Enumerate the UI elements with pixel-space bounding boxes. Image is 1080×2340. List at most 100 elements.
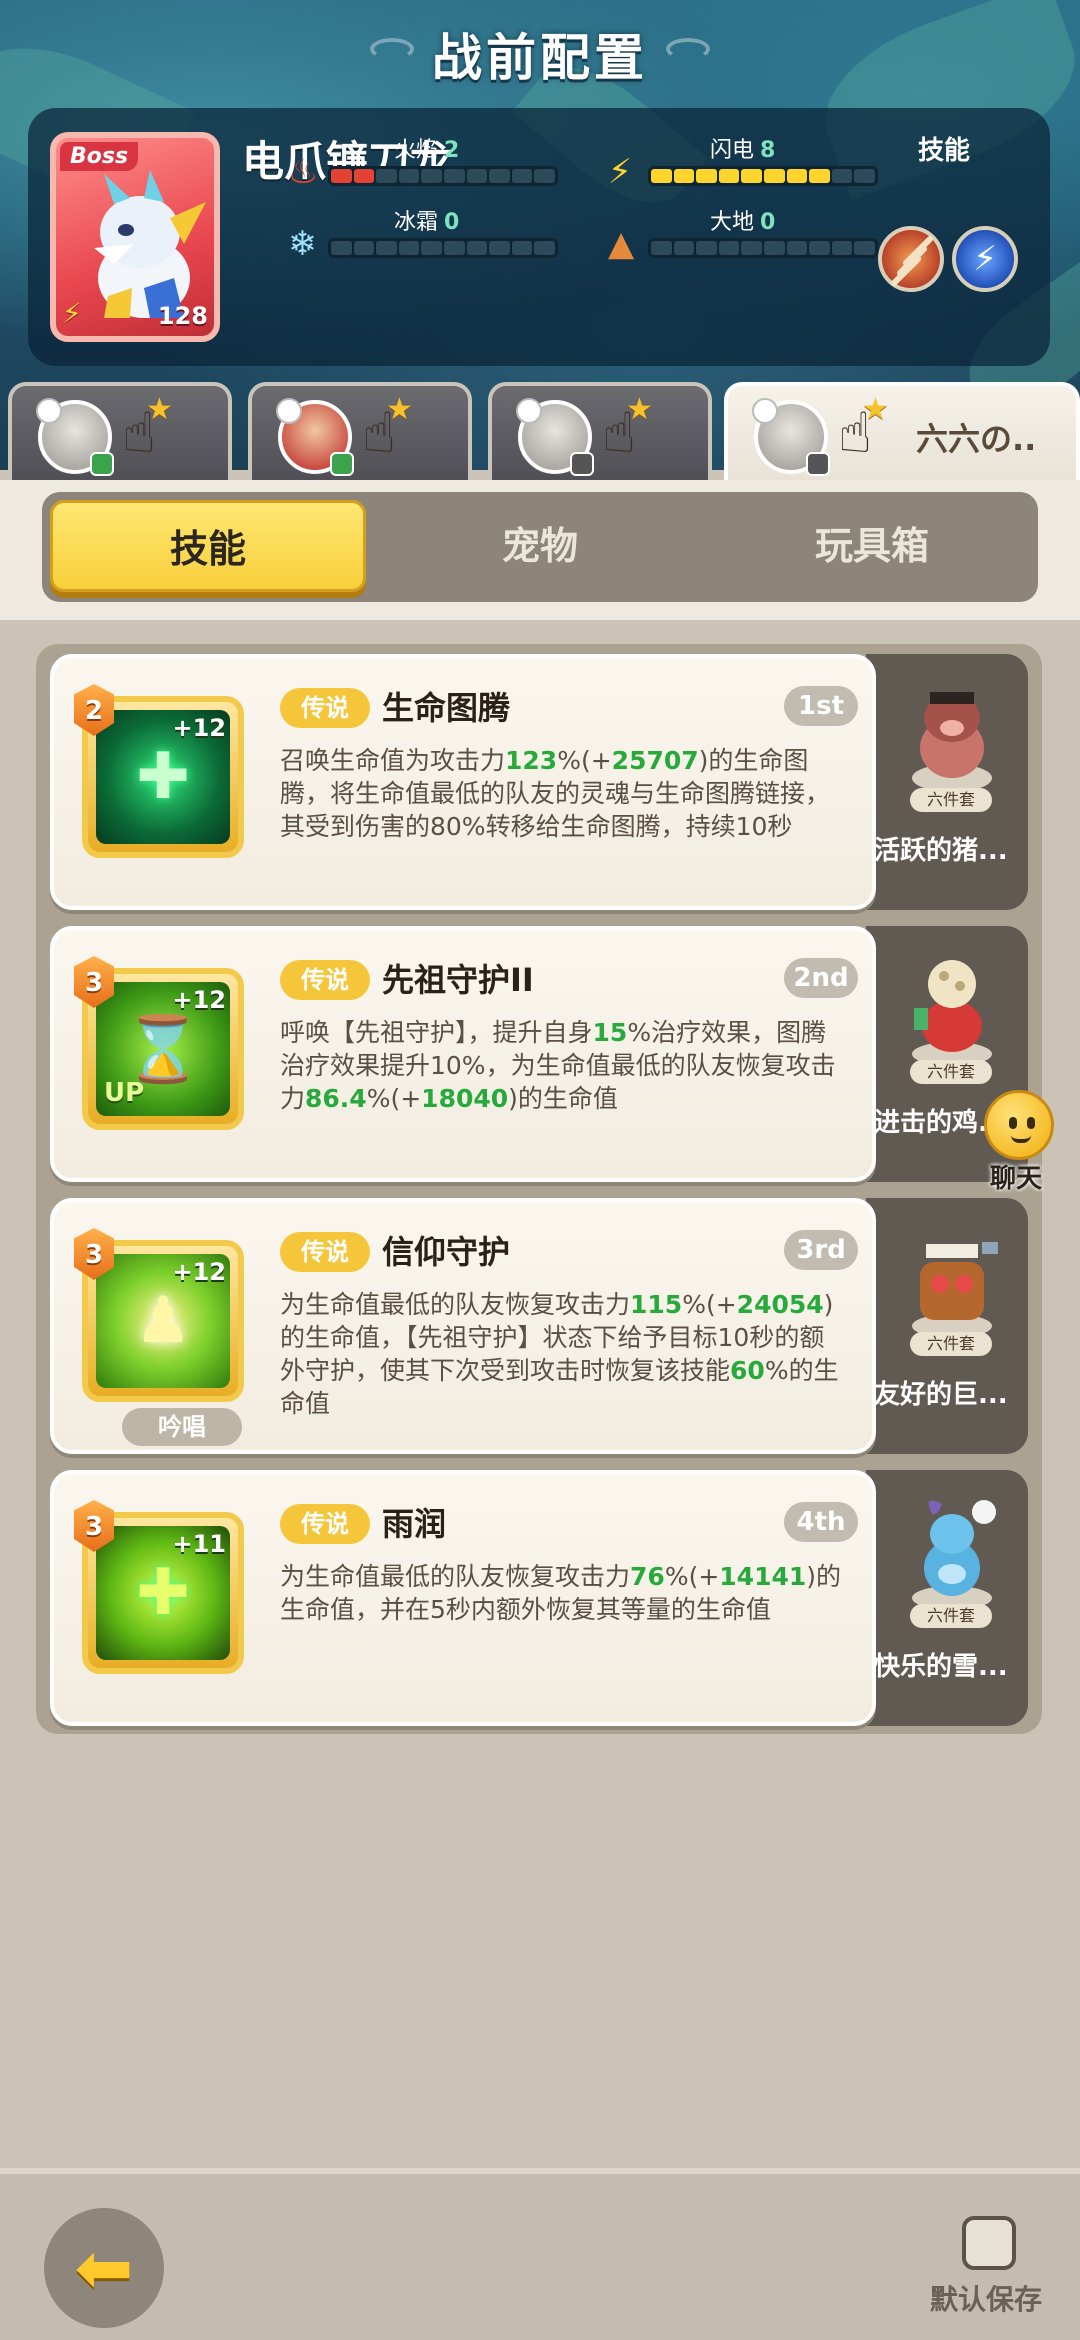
stat-earth-label: 大地 [710, 210, 755, 235]
tab-skills[interactable]: 技能 [50, 500, 366, 592]
rain-heal-icon: ✚ +11 [96, 1526, 230, 1660]
default-save-checkbox[interactable] [962, 2216, 1016, 2270]
stat-earth-value: 0 [760, 210, 776, 235]
stat-fire-value: 2 [444, 138, 460, 163]
rarity-badge: 传说 [280, 960, 370, 1000]
team-member-nickname: 六六の.. [916, 420, 1037, 458]
bottom-bar: ⬅ 默认保存 [0, 2168, 1080, 2340]
team-tab-3[interactable]: ★ ☝ [488, 382, 712, 482]
stat-frost: 冰霜 0 ❄ [288, 204, 588, 264]
skill-description: 为生命值最低的队友恢复攻击力76%(+14141)的生命值，并在5秒内额外恢复其… [280, 1562, 842, 1624]
default-save-label: 默认保存 [930, 2283, 1043, 2316]
avatar [276, 398, 354, 476]
hand-icon: ☝ [602, 401, 637, 466]
skill-plus-level: +12 [172, 1258, 226, 1286]
boss-badge: Boss [60, 142, 139, 171]
boar-pet-image [912, 692, 992, 792]
faith-guard-icon: ♟ +12 [96, 1254, 230, 1388]
skill-card-4[interactable]: ✚ +11 3 传说 雨润 4th 为生命值最低的队友恢复攻击力76%(+141… [50, 1470, 876, 1726]
avatar [36, 398, 114, 476]
hand-icon: ☝ [838, 401, 873, 466]
pet-set-badge: 六件套 [910, 788, 992, 812]
stat-fire: 火焰 2 ♨ [288, 132, 588, 192]
skill-name: 雨润 [382, 1505, 447, 1543]
mountain-icon: ▲ [608, 224, 635, 264]
pet-slot-1[interactable]: 六件套 活跃的猪... [866, 654, 1028, 910]
chicken-pet-image [912, 960, 992, 1066]
pet-name: 友好的巨... [874, 1380, 1008, 1410]
pet-name: 快乐的雪... [874, 1652, 1008, 1682]
pet-set-badge: 六件套 [910, 1604, 992, 1628]
giant-pet-image [912, 1242, 998, 1338]
boss-skills-label: 技能 [917, 136, 970, 166]
skill-order-tag: 3rd [784, 1230, 858, 1270]
skill-list: 六件套 活跃的猪... ✚ +12 2 传说 生命图腾 1st 召唤生命值为攻击… [36, 644, 1042, 1734]
default-save-toggle[interactable]: 默认保存 [930, 2216, 1050, 2316]
boss-skill-lightning-icon[interactable]: ⚡ [952, 226, 1018, 292]
lightning-bar [648, 166, 878, 186]
fire-bar [328, 166, 558, 186]
guardian-icon: ⌛ +12 UP [96, 982, 230, 1116]
stat-frost-value: 0 [444, 210, 460, 235]
rarity-badge: 传说 [280, 1232, 370, 1272]
earth-bar [648, 238, 878, 258]
skill-name: 生命图腾 [382, 689, 511, 727]
snowflake-icon: ❄ [288, 224, 317, 264]
boss-skill-claw-icon[interactable] [878, 226, 944, 292]
skill-order-tag: 4th [784, 1502, 858, 1542]
skill-order-tag: 1st [784, 686, 858, 726]
snow-pet-image [912, 1500, 996, 1610]
rarity-badge: 传说 [280, 1504, 370, 1544]
fire-icon: ♨ [288, 152, 319, 192]
team-tab-4-active[interactable]: ★ ☝ 六六の.. [724, 382, 1080, 482]
page-title: 战前配置 [432, 29, 648, 87]
team-tab-1[interactable]: ★ ☝ [8, 382, 232, 482]
pet-slot-4[interactable]: 六件套 快乐的雪... [866, 1470, 1028, 1726]
chat-label: 聊天 [990, 1164, 1043, 1194]
team-tab-2[interactable]: ★ ☝ [248, 382, 472, 482]
skill-description: 为生命值最低的队友恢复攻击力115%(+24054)的生命值，【先祖守护】状态下… [280, 1290, 839, 1418]
stat-frost-label: 冰霜 [394, 210, 439, 235]
boss-portrait[interactable]: Boss ⚡ 128 [50, 132, 220, 342]
stat-lightning-label: 闪电 [710, 138, 755, 163]
boss-level: 128 [157, 302, 208, 330]
tab-toybox[interactable]: 玩具箱 [714, 500, 1030, 592]
pet-name: 活跃的猪... [874, 836, 1008, 866]
rarity-badge: 传说 [280, 688, 370, 728]
totem-icon: ✚ +12 [96, 710, 230, 844]
skill-up-badge: UP [104, 1078, 145, 1108]
skill-plus-level: +12 [172, 986, 226, 1014]
lightning-icon: ⚡ [608, 152, 632, 192]
hand-icon: ☝ [362, 401, 397, 466]
pet-set-badge: 六件套 [910, 1060, 992, 1084]
avatar [516, 398, 594, 476]
smiley-icon [984, 1090, 1054, 1160]
skill-name: 信仰守护 [382, 1233, 511, 1271]
avatar [752, 398, 830, 476]
chant-badge: 吟唱 [122, 1408, 242, 1446]
lightning-icon: ⚡ [62, 297, 82, 330]
skill-card-1[interactable]: ✚ +12 2 传说 生命图腾 1st 召唤生命值为攻击力123%(+25707… [50, 654, 876, 910]
chat-button[interactable]: 聊天 [972, 1090, 1072, 1200]
skill-card-3[interactable]: ♟ +12 3 吟唱 传说 信仰守护 3rd 为生命值最低的队友恢复攻击力115… [50, 1198, 876, 1454]
boss-panel: Boss ⚡ 128 电爪镰刀龙 火焰2 ♨ 闪电8 ⚡ 冰霜0 ❄ 大地 [28, 108, 1050, 366]
stat-lightning-value: 8 [760, 138, 776, 163]
stat-fire-label: 火焰 [394, 138, 439, 163]
skill-plus-level: +12 [172, 714, 226, 742]
skill-description: 呼唤【先祖守护】，提升自身15%治疗效果，图腾治疗效果提升10%，为生命值最低的… [280, 1018, 836, 1113]
stat-lightning: 闪电 8 ⚡ [608, 132, 908, 192]
pet-set-badge: 六件套 [910, 1332, 992, 1356]
pet-slot-3[interactable]: 六件套 友好的巨... [866, 1198, 1028, 1454]
skill-plus-level: +11 [172, 1530, 226, 1558]
back-button[interactable]: ⬅ [44, 2208, 164, 2328]
skill-name: 先祖守护II [382, 961, 534, 999]
tab-pets[interactable]: 宠物 [382, 500, 698, 592]
stat-earth: 大地 0 ▲ [608, 204, 908, 264]
hand-icon: ☝ [122, 401, 157, 466]
skill-card-2[interactable]: ⌛ +12 UP 3 传说 先祖守护II 2nd 呼唤【先祖守护】，提升自身15… [50, 926, 876, 1182]
category-tab-bar: 技能 宠物 玩具箱 [0, 480, 1080, 620]
skill-order-tag: 2nd [784, 958, 858, 998]
arrow-left-icon: ⬅ [74, 2227, 134, 2309]
skill-description: 召唤生命值为攻击力123%(+25707)的生命图腾，将生命值最低的队友的灵魂与… [280, 746, 831, 841]
frost-bar [328, 238, 558, 258]
